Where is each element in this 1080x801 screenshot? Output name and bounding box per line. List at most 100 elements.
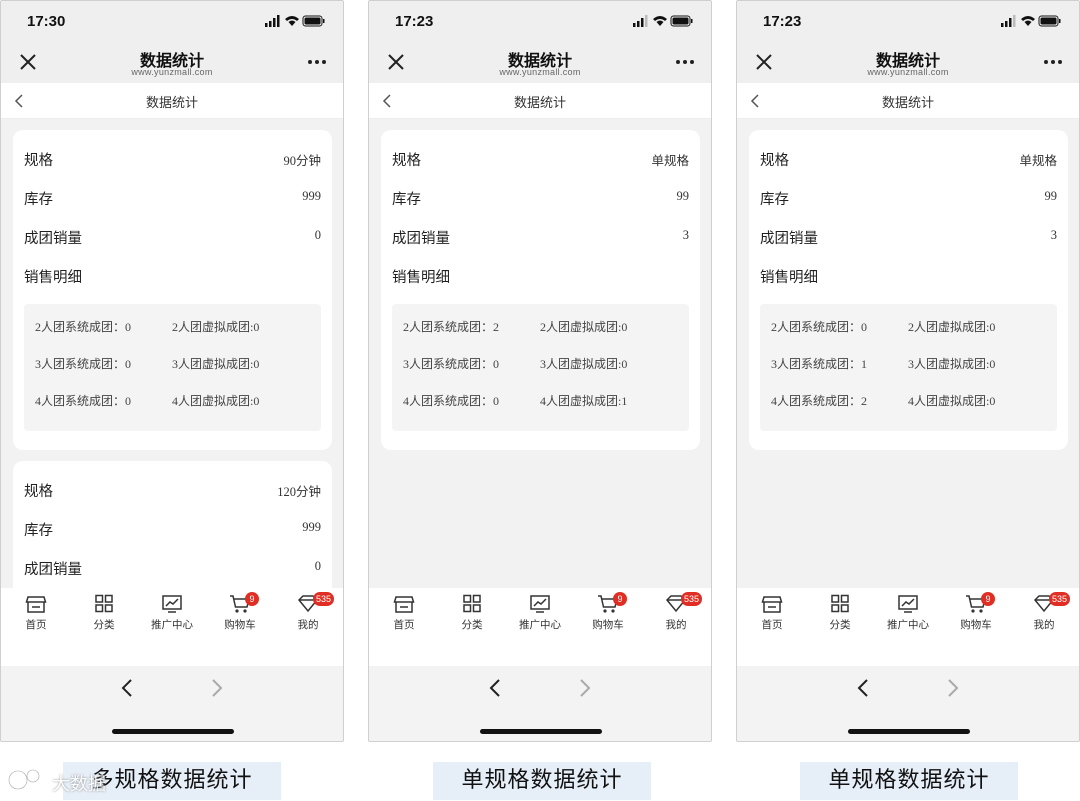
detail-heading: 销售明细 bbox=[392, 270, 450, 286]
tab-cart-label: 购物车 bbox=[960, 619, 992, 631]
sales-row: 成团销量 3 bbox=[392, 227, 689, 247]
detail-cell: 3人团虚拟成团:0 bbox=[172, 357, 260, 371]
page-domain: www.yunzmall.com bbox=[499, 67, 581, 77]
phone-screen-single-spec-2: 17:23 数据统计 www.yunzmall.com 数据统计 规格 单规格 … bbox=[736, 0, 1080, 742]
forward-arrow-icon[interactable] bbox=[209, 678, 225, 698]
chart-board-icon bbox=[898, 595, 918, 613]
sales-value: 3 bbox=[682, 228, 689, 242]
sales-label: 成团销量 bbox=[392, 231, 450, 247]
browser-bottom-nav bbox=[737, 666, 1079, 741]
chart-board-icon bbox=[530, 595, 550, 613]
watermark-text: 大数据 bbox=[52, 774, 106, 795]
spec-label: 规格 bbox=[24, 153, 53, 169]
detail-cell: 4人团系统成团：0 bbox=[403, 394, 500, 408]
tab-cart[interactable]: 购物车 9 bbox=[583, 592, 633, 634]
status-bar: 17:30 bbox=[1, 1, 343, 41]
tab-category[interactable]: 分类 bbox=[79, 594, 129, 634]
tab-promo-label: 推广中心 bbox=[887, 619, 929, 631]
stock-value: 99 bbox=[676, 189, 690, 203]
forward-arrow-icon[interactable] bbox=[577, 678, 593, 698]
tab-cart[interactable]: 购物车 9 bbox=[215, 592, 265, 634]
tab-home-label: 首页 bbox=[761, 619, 783, 631]
store-icon bbox=[393, 596, 415, 613]
grid-icon bbox=[831, 594, 849, 613]
title-bar: 数据统计 www.yunzmall.com bbox=[737, 41, 1079, 83]
tab-bar: 首页 分类 推广中心 购物车 9 我的 535 bbox=[737, 588, 1079, 666]
spec-row: 规格 单规格 bbox=[392, 149, 689, 169]
sales-label: 成团销量 bbox=[24, 562, 82, 578]
detail-cell: 4人团虚拟成团:0 bbox=[172, 394, 260, 408]
detail-heading: 销售明细 bbox=[760, 270, 818, 286]
tab-promo-center[interactable]: 推广中心 bbox=[147, 594, 197, 634]
back-arrow-icon[interactable] bbox=[855, 678, 871, 698]
spec-value: 120分钟 bbox=[277, 485, 321, 499]
home-indicator bbox=[848, 729, 970, 734]
detail-cell: 3人团系统成团：0 bbox=[403, 357, 500, 371]
back-arrow-icon[interactable] bbox=[119, 678, 135, 698]
nav-title: 数据统计 bbox=[513, 96, 566, 111]
more-icon[interactable] bbox=[675, 59, 695, 65]
tab-mine-label: 我的 bbox=[1033, 619, 1055, 631]
tab-mine[interactable]: 我的 535 bbox=[651, 592, 703, 634]
tab-mine[interactable]: 我的 535 bbox=[1019, 592, 1071, 634]
tab-cart[interactable]: 购物车 9 bbox=[951, 592, 1001, 634]
spec-row: 规格 单规格 bbox=[760, 149, 1057, 169]
tab-category-label: 分类 bbox=[461, 619, 483, 631]
tab-promo-label: 推广中心 bbox=[151, 619, 193, 631]
status-time: 17:23 bbox=[763, 13, 802, 30]
spec-row: 规格 90分钟 bbox=[24, 149, 321, 169]
tab-mine-label: 我的 bbox=[297, 619, 319, 631]
tab-cart-label: 购物车 bbox=[592, 619, 624, 631]
detail-cell: 2人团虚拟成团:0 bbox=[540, 320, 628, 334]
tab-home[interactable]: 首页 bbox=[11, 594, 61, 634]
nav-title: 数据统计 bbox=[881, 96, 934, 111]
stock-row: 库存 99 bbox=[392, 188, 689, 208]
detail-cell: 3人团系统成团：1 bbox=[771, 357, 868, 371]
detail-cell: 2人团虚拟成团:0 bbox=[908, 320, 996, 334]
tab-category-label: 分类 bbox=[829, 619, 851, 631]
cart-badge: 9 bbox=[245, 592, 259, 606]
more-icon[interactable] bbox=[1043, 59, 1063, 65]
stock-row: 库存 999 bbox=[24, 519, 321, 539]
tab-promo-center[interactable]: 推广中心 bbox=[883, 594, 933, 634]
detail-cell: 2人团虚拟成团:0 bbox=[172, 320, 260, 334]
spec-card: 规格 120分钟 库存 999 成团销量 0 bbox=[13, 461, 332, 588]
sales-detail-panel: 2人团系统成团：2 2人团虚拟成团:0 3人团系统成团：0 3人团虚拟成团:0 … bbox=[392, 304, 689, 431]
status-icons bbox=[1001, 15, 1061, 27]
more-icon[interactable] bbox=[307, 59, 327, 65]
content-area[interactable]: 规格 单规格 库存 99 成团销量 3 销售明细 2人团系统成团：2 2人团虚拟… bbox=[369, 119, 711, 588]
detail-heading-row: 销售明细 bbox=[760, 266, 1057, 286]
detail-heading: 销售明细 bbox=[24, 270, 82, 286]
sales-row: 成团销量 3 bbox=[760, 227, 1057, 247]
stock-label: 库存 bbox=[24, 523, 53, 539]
detail-cell: 2人团系统成团：0 bbox=[771, 320, 868, 334]
stock-value: 999 bbox=[302, 189, 321, 203]
sales-row: 成团销量 0 bbox=[24, 558, 321, 578]
spec-value: 90分钟 bbox=[283, 154, 321, 168]
sales-label: 成团销量 bbox=[760, 231, 818, 247]
home-indicator bbox=[112, 729, 234, 734]
detail-cell: 4人团系统成团：0 bbox=[35, 394, 132, 408]
spec-label: 规格 bbox=[392, 153, 421, 169]
tab-home[interactable]: 首页 bbox=[747, 594, 797, 634]
tab-category[interactable]: 分类 bbox=[447, 594, 497, 634]
tab-promo-center[interactable]: 推广中心 bbox=[515, 594, 565, 634]
content-area[interactable]: 规格 90分钟 库存 999 成团销量 0 销售明细 2人团系统成团：0 2人团… bbox=[1, 119, 343, 588]
title-bar: 数据统计 www.yunzmall.com bbox=[1, 41, 343, 83]
grid-icon bbox=[463, 594, 481, 613]
status-time: 17:30 bbox=[27, 13, 66, 30]
back-arrow-icon[interactable] bbox=[487, 678, 503, 698]
tab-home[interactable]: 首页 bbox=[379, 594, 429, 634]
detail-cell: 3人团系统成团：0 bbox=[35, 357, 132, 371]
sales-detail-panel: 2人团系统成团：0 2人团虚拟成团:0 3人团系统成团：1 3人团虚拟成团:0 … bbox=[760, 304, 1057, 431]
forward-arrow-icon[interactable] bbox=[945, 678, 961, 698]
sales-value: 3 bbox=[1050, 228, 1057, 242]
status-icons bbox=[265, 15, 325, 27]
tab-mine[interactable]: 我的 535 bbox=[283, 592, 335, 634]
stock-value: 99 bbox=[1044, 189, 1058, 203]
tab-cart-label: 购物车 bbox=[224, 619, 256, 631]
tab-category[interactable]: 分类 bbox=[815, 594, 865, 634]
phone-screen-single-spec: 17:23 数据统计 www.yunzmall.com 数据统计 规格 单规格 … bbox=[368, 0, 712, 742]
mine-badge: 535 bbox=[681, 592, 703, 606]
content-area[interactable]: 规格 单规格 库存 99 成团销量 3 销售明细 2人团系统成团：0 2人团虚拟… bbox=[737, 119, 1079, 588]
